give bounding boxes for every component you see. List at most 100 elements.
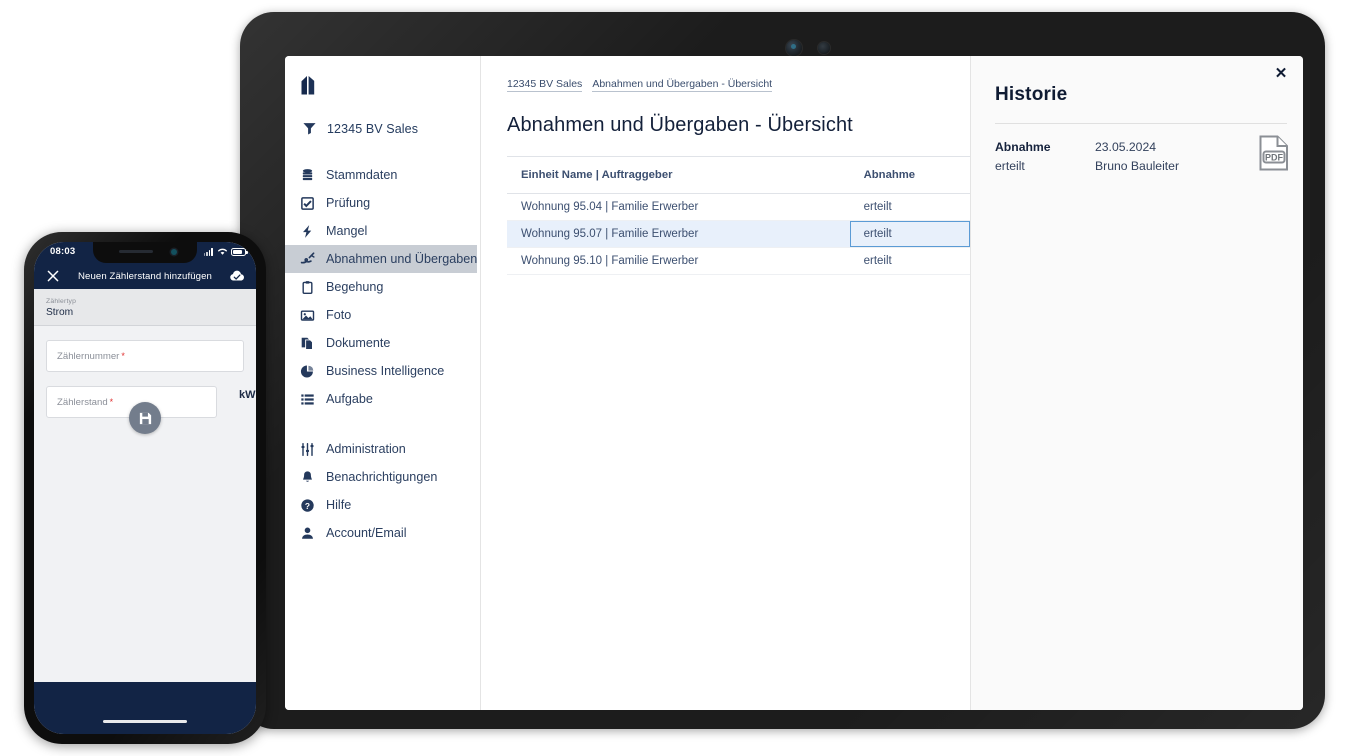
sidebar-item-dokumente[interactable]: Dokumente: [285, 329, 477, 357]
page-title: Abnahmen und Übergaben - Übersicht: [507, 114, 853, 136]
table-header-row: Einheit Name | Auftraggeber Abnahme: [507, 157, 970, 194]
sidebar-item-abnahmen-und-uebergaben[interactable]: Abnahmen und Übergaben: [285, 245, 477, 273]
sidebar-item-account-email[interactable]: Account/Email: [285, 519, 477, 547]
breadcrumb: 12345 BV Sales Abnahmen und Übergaben - …: [481, 56, 970, 92]
sidebar-group-secondary: Administration Benachrichtigungen ? Hilf…: [285, 435, 480, 547]
screenshot-stage: 12345 BV Sales Stammdaten Prüfung Mangel…: [0, 0, 1362, 756]
sidebar-item-label: Benachrichtigungen: [326, 470, 438, 484]
cell-einheit[interactable]: Wohnung 95.07 | Familie Erwerber: [507, 220, 850, 248]
wifi-icon: [217, 248, 227, 255]
meter-type-value: Strom: [46, 307, 74, 318]
phone-footer-bar: [34, 682, 256, 734]
battery-icon: [231, 247, 248, 256]
status-indicators: [203, 247, 248, 256]
save-button[interactable]: [129, 402, 161, 434]
speaker-icon: [119, 250, 153, 253]
phone-header-title: Neuen Zählerstand hinzufügen: [77, 270, 212, 282]
floppy-save-icon: [139, 412, 151, 424]
meter-number-input[interactable]: Zählernummer *: [46, 340, 244, 372]
main-content: 12345 BV Sales Abnahmen und Übergaben - …: [481, 56, 971, 710]
history-entry-type: Abnahme: [995, 140, 1051, 154]
sidebar-item-mangel[interactable]: Mangel: [285, 217, 477, 245]
signature-icon: [299, 251, 316, 268]
sidebar-item-label: Aufgabe: [326, 392, 373, 406]
sidebar-item-foto[interactable]: Foto: [285, 301, 477, 329]
phone-notch: [93, 242, 197, 263]
pdf-file-icon[interactable]: PDF: [1257, 134, 1291, 172]
sidebar-item-business-intelligence[interactable]: Business Intelligence: [285, 357, 477, 385]
meter-reading-unit: kWh: [239, 389, 256, 401]
cell-abnahme[interactable]: erteilt: [849, 247, 970, 275]
sidebar-item-label: Business Intelligence: [326, 364, 445, 378]
table-row-selected[interactable]: Wohnung 95.07 | Familie Erwerber erteilt: [507, 220, 970, 248]
close-icon[interactable]: [47, 270, 59, 282]
close-icon[interactable]: ✕: [1273, 66, 1289, 82]
piechart-icon: [299, 363, 316, 380]
cellular-signal-icon: [203, 247, 213, 256]
cloud-check-icon[interactable]: [229, 270, 245, 282]
sidebar-item-hilfe[interactable]: ? Hilfe: [285, 491, 477, 519]
status-time: 08:03: [50, 246, 76, 257]
cell-einheit[interactable]: Wohnung 95.10 | Familie Erwerber: [507, 247, 850, 275]
history-entry-type-block: Abnahme erteilt: [995, 138, 1095, 176]
n-logo-icon: [301, 76, 315, 95]
phone-form-body: Zählertyp Strom Zählernummer * Zählersta…: [34, 289, 256, 682]
front-camera-icon: [171, 249, 177, 255]
sidebar-item-label: Abnahmen und Übergaben: [326, 252, 478, 266]
sidebar-item-label: Begehung: [326, 280, 384, 294]
sidebar-item-pruefung[interactable]: Prüfung: [285, 189, 477, 217]
sidebar-item-label: Administration: [326, 442, 406, 456]
table-row[interactable]: Wohnung 95.04 | Familie Erwerber erteilt: [507, 193, 970, 221]
user-icon: [299, 525, 316, 542]
history-entry-status: erteilt: [995, 159, 1025, 173]
sidebar-item-label: Prüfung: [326, 196, 371, 210]
history-panel: ✕ Historie Abnahme erteilt 23.05.2024 Br…: [971, 56, 1303, 710]
breadcrumb-item-current[interactable]: Abnahmen und Übergaben - Übersicht: [592, 78, 773, 92]
tablet-device-frame: 12345 BV Sales Stammdaten Prüfung Mangel…: [240, 12, 1325, 729]
phone-status-bar: 08:03: [34, 242, 256, 263]
sidebar-item-stammdaten[interactable]: Stammdaten: [285, 161, 477, 189]
sidebar-item-label: Foto: [326, 308, 352, 322]
breadcrumb-item-project[interactable]: 12345 BV Sales: [507, 78, 583, 92]
sidebar-item-label: Dokumente: [326, 336, 391, 350]
sidebar-item-benachrichtigungen[interactable]: Benachrichtigungen: [285, 463, 477, 491]
help-icon: ?: [299, 497, 316, 514]
overview-table: Einheit Name | Auftraggeber Abnahme Wohn…: [507, 156, 970, 275]
checkbox-icon: [299, 195, 316, 212]
column-header-einheit[interactable]: Einheit Name | Auftraggeber: [507, 157, 850, 194]
table-row[interactable]: Wohnung 95.10 | Familie Erwerber erteilt: [507, 247, 970, 275]
phone-app-header: Neuen Zählerstand hinzufügen: [34, 263, 256, 289]
tablet-sensor-icon: [818, 42, 830, 54]
sidebar-item-label: Account/Email: [326, 526, 407, 540]
sidebar-item-begehung[interactable]: Begehung: [285, 273, 477, 301]
sidebar-item-label: Mangel: [326, 224, 368, 238]
meter-type-label: Zählertyp: [46, 298, 77, 305]
tablet-screen: 12345 BV Sales Stammdaten Prüfung Mangel…: [285, 56, 1303, 710]
database-icon: [299, 167, 316, 184]
sidebar-group-primary: Stammdaten Prüfung Mangel Abnahmen und Ü…: [285, 161, 480, 413]
cell-abnahme[interactable]: erteilt: [849, 193, 970, 221]
bell-icon: [299, 469, 316, 486]
sidebar-item-administration[interactable]: Administration: [285, 435, 477, 463]
cell-abnahme-focused[interactable]: erteilt: [849, 220, 970, 248]
meter-type-field[interactable]: Zählertyp Strom: [34, 289, 256, 326]
sidebar-item-aufgabe[interactable]: Aufgabe: [285, 385, 477, 413]
column-header-abnahme[interactable]: Abnahme: [849, 157, 970, 194]
required-marker: *: [109, 397, 114, 407]
filter-icon: [301, 120, 318, 137]
sidebar-item-label: Hilfe: [326, 498, 352, 512]
cell-einheit[interactable]: Wohnung 95.04 | Familie Erwerber: [507, 193, 850, 221]
lightning-icon: [299, 223, 316, 240]
app-logo[interactable]: [285, 70, 480, 110]
history-entry[interactable]: Abnahme erteilt 23.05.2024 Bruno Bauleit…: [971, 124, 1303, 176]
documents-icon: [299, 335, 316, 352]
tasklist-icon: [299, 391, 316, 408]
meter-reading-placeholder: Zählerstand: [57, 396, 108, 408]
tablet-front-camera-icon: [786, 40, 802, 56]
history-title: Historie: [995, 84, 1068, 105]
phone-device-frame: 08:03 Neuen Zählerstand hinzufügen Zähle…: [24, 232, 266, 744]
sidebar-filter-item[interactable]: 12345 BV Sales: [285, 114, 480, 143]
sidebar-filter-label: 12345 BV Sales: [327, 121, 419, 136]
svg-text:?: ?: [305, 500, 310, 510]
clipboard-icon: [299, 279, 316, 296]
